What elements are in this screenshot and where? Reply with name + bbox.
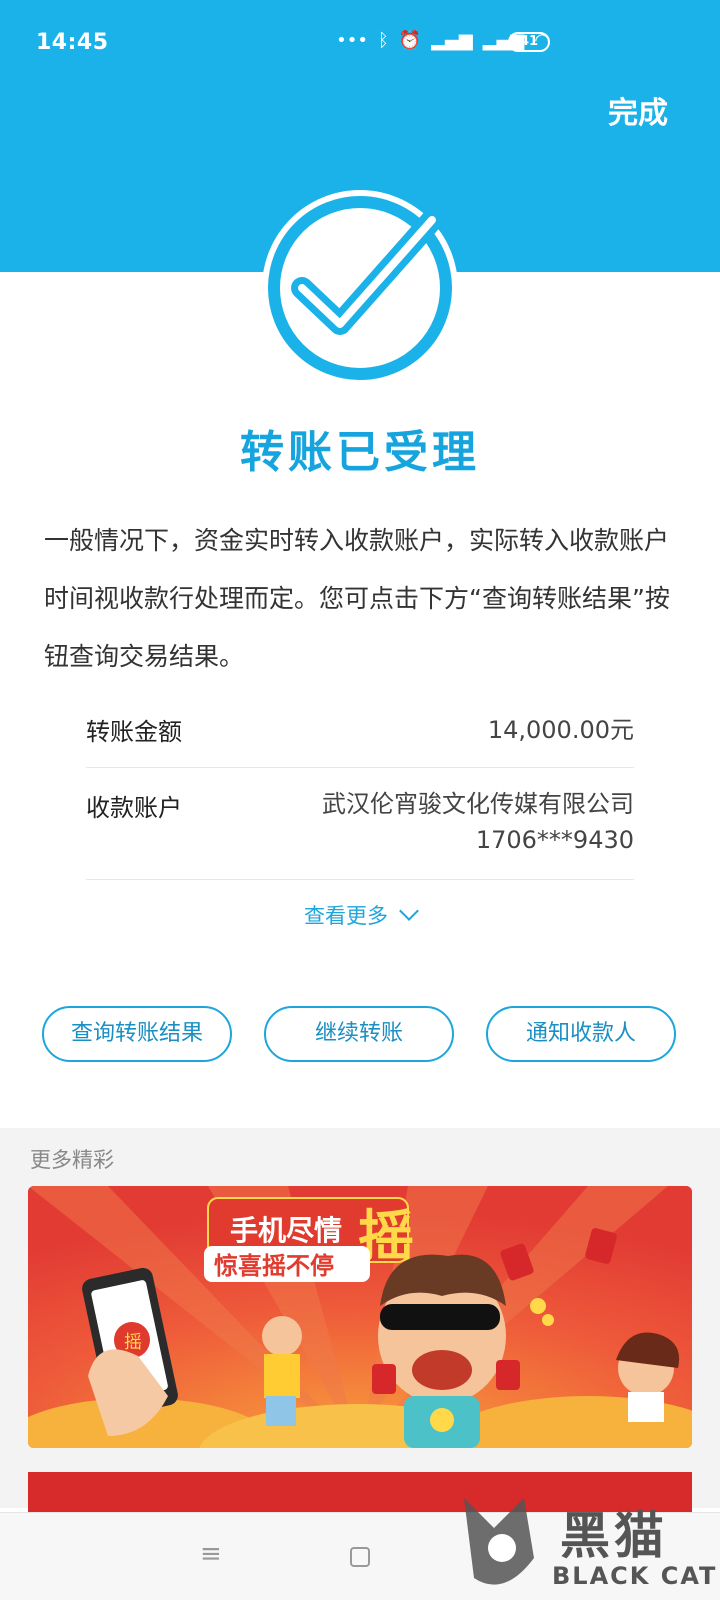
chevron-down-icon [399, 901, 419, 921]
menu-icon[interactable]: ≡ [200, 1539, 222, 1569]
success-check-icon [262, 190, 458, 386]
home-icon[interactable] [350, 1547, 370, 1567]
more-section: 更多精彩 摇 手机尽情 摇 惊喜摇不停 [0, 1128, 720, 1532]
account-label: 收款账户 [86, 794, 182, 822]
account-row: 收款账户 武汉伦宵骏文化传媒有限公司 1706***9430 [86, 768, 634, 880]
see-more-link[interactable]: 查看更多 [0, 900, 720, 930]
account-number: 1706***9430 [475, 826, 634, 854]
banner-line1: 手机尽情 [230, 1214, 342, 1247]
more-section-title: 更多精彩 [30, 1148, 114, 1172]
status-time: 14:45 [36, 30, 109, 55]
shake-promo-banner[interactable]: 摇 手机尽情 摇 惊喜摇不停 [28, 1186, 692, 1448]
status-bar: 14:45 ••• ᛒ ⏰ ▂▄▆ ▂▄▆ ◠ 41 [0, 24, 720, 64]
alarm-icon: ⏰ [398, 30, 422, 51]
signal-hd-icon: ▂▄▆ [431, 30, 473, 51]
account-name: 武汉伦宵骏文化传媒有限公司 [322, 790, 634, 818]
continue-transfer-button[interactable]: 继续转账 [264, 1006, 454, 1062]
page-title: 转账已受理 [240, 427, 480, 478]
see-more-label: 查看更多 [304, 904, 388, 928]
result-description: 一般情况下，资金实时转入收款账户，实际转入收款账户时间视收款行处理而定。您可点击… [44, 526, 670, 671]
amount-row: 转账金额 14,000.00元 [86, 690, 634, 768]
banner-line2: 惊喜摇不停 [214, 1252, 334, 1280]
amount-value: 14,000.00元 [487, 716, 634, 744]
shake-banner-illustration: 摇 手机尽情 摇 惊喜摇不停 [28, 1186, 692, 1448]
watermark-en: BLACK CAT [552, 1562, 718, 1590]
amount-label: 转账金额 [86, 718, 182, 746]
account-value: 武汉伦宵骏文化传媒有限公司 1706***9430 [322, 786, 634, 858]
notify-payee-button[interactable]: 通知收款人 [486, 1006, 676, 1062]
done-button[interactable]: 完成 [608, 88, 668, 132]
more-dots-icon: ••• [336, 30, 368, 51]
watermark-cn: 黑猫 [560, 1507, 668, 1565]
phone-shake-char: 摇 [124, 1332, 142, 1353]
watermark: 黑猫 BLACK CAT [448, 1488, 720, 1600]
bluetooth-icon: ᛒ [377, 30, 389, 51]
cat-logo-icon [464, 1498, 534, 1585]
query-result-button[interactable]: 查询转账结果 [42, 1006, 232, 1062]
battery-indicator: 41 [508, 32, 550, 52]
